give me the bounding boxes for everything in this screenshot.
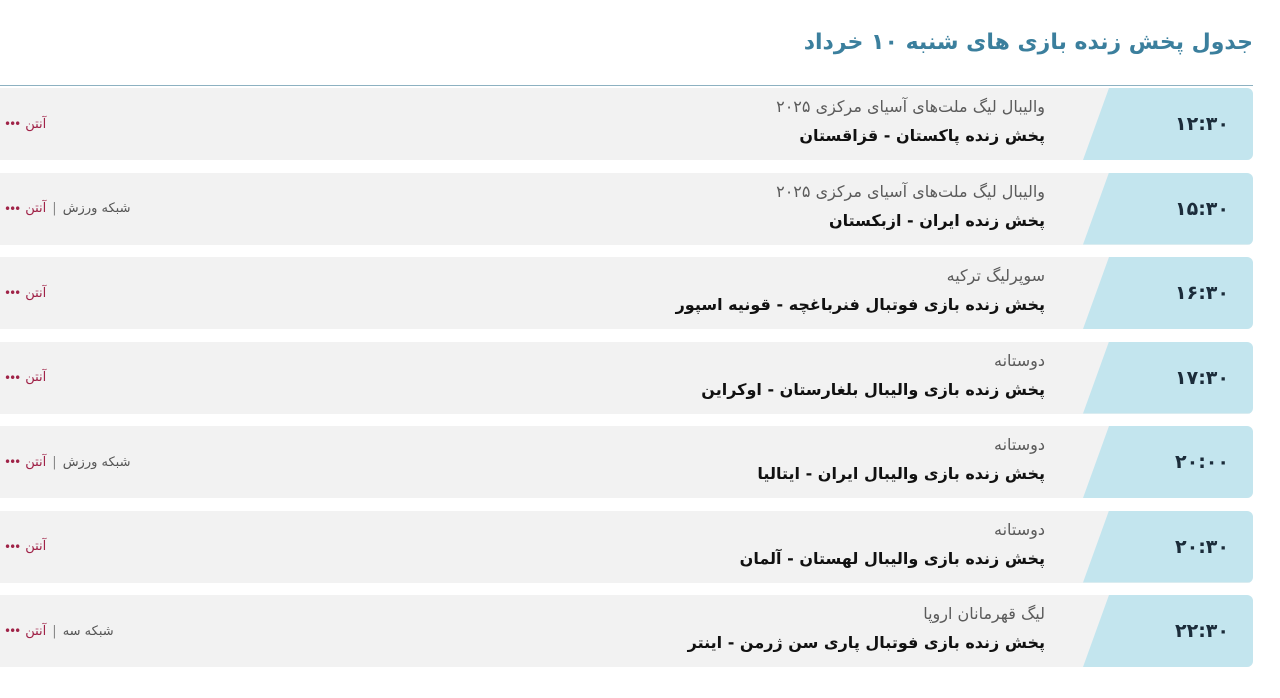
league-name: والیبال لیگ ملت‌های آسیای مرکزی ۲۰۲۵ [776,97,1045,116]
broadcast-time: ۱۷:۳۰ [1175,366,1229,389]
channel-separator: | [52,201,57,216]
antenna-link[interactable]: آنتن [25,286,46,301]
title-divider [0,85,1253,86]
tv-network: شبکه سه [62,623,114,639]
match-title[interactable]: پخش زنده بازی فوتبال پاری سن ژرمن - اینت… [688,629,1045,657]
broadcast-time: ۱۶:۳۰ [1175,282,1229,304]
more-dots-icon[interactable]: ••• [4,624,21,638]
match-info: دوستانه پخش زنده بازی والیبال ایران - ای… [757,432,1045,488]
time-cell: ۱۷:۳۰ [1083,341,1253,414]
more-dots-icon[interactable]: ••• [4,202,21,216]
broadcast-time: ۲۲:۳۰ [1175,620,1229,642]
match-info: والیبال لیگ ملت‌های آسیای مرکزی ۲۰۲۵ پخش… [776,179,1045,235]
antenna-link[interactable]: آنتن [25,539,46,554]
schedule-row[interactable]: ۲۰:۳۰ دوستانه پخش زنده بازی والیبال لهست… [0,510,1253,583]
more-dots-icon[interactable]: ••• [4,286,21,300]
channel-separator: | [52,454,57,470]
channel-separator: | [52,623,57,639]
tv-network: شبکه ورزش [62,201,131,216]
antenna-link[interactable]: آنتن [25,455,46,470]
match-title[interactable]: پخش زنده بازی والیبال ایران - ایتالیا [757,460,1045,488]
league-name: دوستانه [994,350,1045,370]
match-title[interactable]: پخش زنده بازی والیبال بلغارستان - اوکرای… [701,376,1045,404]
more-dots-icon[interactable]: ••• [4,117,21,131]
match-info: لیگ قهرمانان اروپا پخش زنده بازی فوتبال … [688,601,1045,657]
schedule-row[interactable]: ۱۶:۳۰ سوپرلیگ ترکیه پخش زنده بازی فوتبال… [0,257,1253,329]
schedule-row[interactable]: ۲۲:۳۰ لیگ قهرمانان اروپا پخش زنده بازی ف… [0,595,1253,667]
match-info: دوستانه پخش زنده بازی والیبال بلغارستان … [701,348,1045,404]
antenna-link[interactable]: آنتن [25,370,46,385]
time-cell: ۲۰:۳۰ [1083,510,1253,583]
league-name: دوستانه [994,435,1045,454]
time-cell: ۱۵:۳۰ [1083,172,1253,245]
match-title[interactable]: پخش زنده بازی والیبال لهستان - آلمان [740,545,1045,573]
league-name: سوپرلیگ ترکیه [946,266,1045,285]
tv-network: شبکه ورزش [62,454,131,470]
broadcast-time: ۱۲:۳۰ [1175,113,1229,135]
league-name: والیبال لیگ ملت‌های آسیای مرکزی ۲۰۲۵ [776,181,1045,201]
broadcast-time: ۲۰:۳۰ [1175,535,1229,558]
antenna-link[interactable]: آنتن [25,624,46,639]
match-title[interactable]: پخش زنده پاکستان - قزاقستان [776,122,1045,150]
time-cell: ۲۰:۰۰ [1083,426,1253,498]
channel-list: ••• آنتن | شبکه ورزش [4,173,131,245]
page-title: جدول پخش زنده بازی های شنبه ۱۰ خرداد [803,30,1253,55]
channel-list: ••• آنتن [4,88,46,160]
match-info: دوستانه پخش زنده بازی والیبال لهستان - آ… [740,517,1045,573]
schedule-row[interactable]: ۱۲:۳۰ والیبال لیگ ملت‌های آسیای مرکزی ۲۰… [0,88,1253,160]
schedule-row[interactable]: ۱۷:۳۰ دوستانه پخش زنده بازی والیبال بلغا… [0,341,1253,414]
channel-list: ••• آنتن [4,511,46,583]
channel-list: ••• آنتن [4,342,46,414]
more-dots-icon[interactable]: ••• [4,540,21,554]
schedule-row[interactable]: ۱۵:۳۰ والیبال لیگ ملت‌های آسیای مرکزی ۲۰… [0,172,1253,245]
antenna-link[interactable]: آنتن [25,201,46,216]
league-name: دوستانه [994,519,1045,539]
schedule-page: جدول پخش زنده بازی های شنبه ۱۰ خرداد ۱۲:… [0,0,1280,698]
broadcast-time: ۱۵:۳۰ [1175,197,1229,220]
match-info: والیبال لیگ ملت‌های آسیای مرکزی ۲۰۲۵ پخش… [776,94,1045,150]
channel-list: ••• آنتن [4,257,46,329]
match-info: سوپرلیگ ترکیه پخش زنده بازی فوتبال فنربا… [676,263,1045,319]
schedule-row[interactable]: ۲۰:۰۰ دوستانه پخش زنده بازی والیبال ایرا… [0,426,1253,498]
more-dots-icon[interactable]: ••• [4,455,21,469]
broadcast-time: ۲۰:۰۰ [1175,451,1229,473]
match-title[interactable]: پخش زنده ایران - ازبکستان [776,207,1045,235]
antenna-link[interactable]: آنتن [25,117,46,132]
time-cell: ۲۲:۳۰ [1083,595,1253,667]
channel-list: ••• آنتن | شبکه سه [4,595,114,667]
league-name: لیگ قهرمانان اروپا [923,604,1045,623]
more-dots-icon[interactable]: ••• [4,371,21,385]
time-cell: ۱۶:۳۰ [1083,257,1253,329]
match-title[interactable]: پخش زنده بازی فوتبال فنرباغچه - قونیه اس… [676,291,1045,319]
schedule-list: ۱۲:۳۰ والیبال لیگ ملت‌های آسیای مرکزی ۲۰… [0,88,1253,680]
channel-list: ••• آنتن | شبکه ورزش [4,426,131,498]
time-cell: ۱۲:۳۰ [1083,88,1253,160]
